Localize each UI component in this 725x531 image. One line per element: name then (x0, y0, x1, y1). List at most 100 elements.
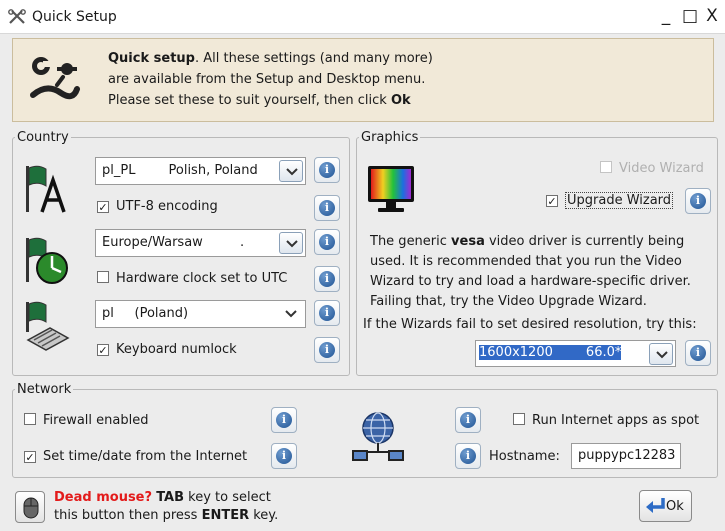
info-icon: i (319, 162, 335, 178)
firewall-label: Firewall enabled (43, 413, 149, 428)
locale-value: pl_PL Polish, Poland (102, 163, 258, 178)
upgrade-wizard-checkbox[interactable]: ✓ Upgrade Wizard (546, 192, 674, 209)
intro-banner: Quick setup. All these settings (and man… (12, 38, 714, 122)
timezone-info-button[interactable]: i (314, 229, 340, 255)
hwclock-info-button[interactable]: i (314, 266, 340, 292)
info-icon: i (276, 448, 292, 464)
tab-key: TAB (156, 490, 185, 505)
intro-text: Quick setup. All these settings (and man… (108, 48, 433, 111)
spot-checkbox[interactable]: Run Internet apps as spot (513, 413, 699, 428)
info-icon: i (460, 448, 476, 464)
desc-l2: used. It is recommended that you run the… (370, 254, 682, 269)
checkbox-box[interactable] (24, 413, 36, 425)
upgrade-wizard-label: Upgrade Wizard (565, 192, 674, 209)
upgrade-wizard-info-button[interactable]: i (685, 188, 711, 214)
hint-l1: key to select (184, 490, 271, 505)
hostname-info-button[interactable]: i (455, 443, 481, 469)
locale-combo[interactable]: pl_PL Polish, Poland (95, 157, 306, 185)
network-globe-icon (352, 412, 404, 461)
enter-arrow-icon (646, 498, 665, 513)
timezone-value: Europe/Warsaw . (102, 235, 245, 250)
maximize-button[interactable]: □ (680, 5, 700, 27)
dead-mouse-hint: Dead mouse? TAB key to select this butto… (54, 489, 278, 525)
info-icon: i (319, 271, 335, 287)
info-icon: i (690, 193, 706, 209)
intro-ok-word: Ok (390, 93, 411, 108)
quick-setup-window: Quick Setup _ □ X Quick setup. All these… (0, 0, 725, 531)
info-icon: i (319, 200, 335, 216)
info-icon: i (276, 412, 292, 428)
keyboard-flag-icon (26, 301, 70, 351)
tools-icon (8, 9, 26, 24)
numlock-checkbox[interactable]: ✓ Keyboard numlock (97, 342, 237, 357)
firewall-checkbox[interactable]: Firewall enabled (24, 413, 148, 428)
monitor-icon (368, 166, 414, 212)
window-title: Quick Setup (32, 9, 117, 25)
resolution-prompt: If the Wizards fail to set desired resol… (363, 317, 697, 332)
keyboard-info-button[interactable]: i (314, 300, 340, 326)
intro-heading: Quick setup (108, 51, 195, 66)
checkbox-box[interactable]: ✓ (24, 451, 36, 463)
hostname-input[interactable]: puppypc12283 (571, 443, 681, 469)
timedate-checkbox[interactable]: ✓ Set time/date from the Internet (24, 449, 247, 464)
info-icon: i (460, 412, 476, 428)
resolution-info-button[interactable]: i (685, 340, 711, 366)
info-icon: i (319, 342, 335, 358)
intro-line1: . All these settings (and many more) (194, 51, 433, 66)
desc-l1: video driver is currently being (484, 234, 685, 249)
hint-l2-pre: this button then press (54, 508, 202, 523)
intro-line2: are available from the Setup and Desktop… (108, 72, 426, 87)
utf8-checkbox[interactable]: ✓ UTF-8 encoding (97, 199, 218, 214)
minimize-button[interactable]: _ (656, 5, 676, 27)
network-legend: Network (17, 382, 72, 397)
timedate-label: Set time/date from the Internet (43, 449, 248, 464)
enter-key: ENTER (201, 508, 250, 523)
timedate-info-button[interactable]: i (271, 443, 297, 469)
checkbox-box[interactable] (97, 271, 109, 283)
utf8-info-button[interactable]: i (314, 195, 340, 221)
graphics-legend: Graphics (361, 130, 419, 145)
keyboard-value: pl (Poland) (102, 306, 189, 321)
checkbox-box[interactable]: ✓ (97, 201, 109, 213)
close-button[interactable]: X (702, 5, 722, 27)
utf8-label: UTF-8 encoding (116, 199, 218, 214)
mouse-icon (23, 497, 39, 519)
locale-flag-icon (26, 165, 66, 213)
title-bar: Quick Setup _ □ X (0, 0, 725, 34)
checkbox-box[interactable] (513, 413, 525, 425)
checkbox-box[interactable]: ✓ (97, 344, 109, 356)
video-wizard-label: Video Wizard (619, 161, 704, 176)
firewall-info-button[interactable]: i (271, 407, 297, 433)
timezone-combo[interactable]: Europe/Warsaw . (95, 229, 306, 257)
timezone-clock-icon (26, 237, 68, 284)
chevron-down-icon[interactable] (279, 232, 303, 254)
spot-label: Run Internet apps as spot (532, 413, 700, 428)
locale-info-button[interactable]: i (314, 157, 340, 183)
dead-mouse-button[interactable] (15, 491, 45, 523)
resolution-value: 1600x1200 66.0* (479, 345, 622, 360)
ok-label: Ok (666, 499, 684, 514)
numlock-info-button[interactable]: i (314, 337, 340, 363)
wrench-icon (30, 57, 80, 100)
keyboard-combo[interactable]: pl (Poland) (95, 300, 306, 328)
spot-info-button[interactable]: i (455, 407, 481, 433)
chevron-down-icon[interactable] (279, 303, 303, 325)
numlock-label: Keyboard numlock (116, 342, 237, 357)
chevron-down-icon[interactable] (279, 160, 303, 182)
dead-mouse-warning: Dead mouse? (54, 490, 153, 505)
hwclock-label: Hardware clock set to UTC (116, 271, 288, 286)
video-wizard-checkbox[interactable]: Video Wizard (600, 161, 704, 176)
resolution-combo[interactable]: 1600x1200 66.0* (475, 340, 676, 367)
checkbox-box[interactable] (600, 161, 612, 173)
desc-pre: The generic (370, 234, 452, 249)
intro-line3: Please set these to suit yourself, then … (108, 93, 391, 108)
graphics-description: The generic vesa video driver is current… (370, 232, 710, 312)
checkbox-box[interactable]: ✓ (546, 195, 558, 207)
desc-driver: vesa (451, 234, 485, 249)
info-icon: i (319, 234, 335, 250)
hwclock-checkbox[interactable]: Hardware clock set to UTC (97, 271, 287, 286)
country-legend: Country (17, 130, 69, 145)
chevron-down-icon[interactable] (649, 343, 673, 365)
ok-button[interactable]: Ok (639, 490, 692, 522)
info-icon: i (319, 305, 335, 321)
